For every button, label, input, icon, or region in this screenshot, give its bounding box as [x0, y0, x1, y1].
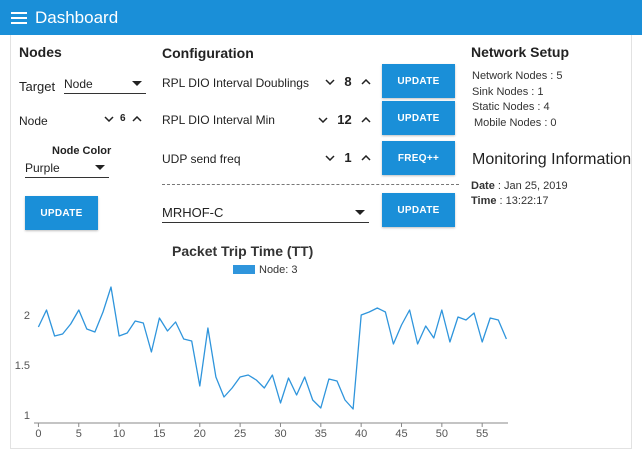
node-label: Node [19, 114, 48, 128]
monitoring-date: Date : Jan 25, 2019 [471, 180, 568, 192]
dio-doublings-value: 8 [344, 74, 352, 89]
chart-title: Packet Trip Time (TT) [172, 243, 314, 259]
chevron-up-icon[interactable] [359, 154, 373, 161]
udp-freq-value: 1 [344, 150, 352, 165]
chevron-down-icon[interactable] [102, 115, 116, 122]
app-title: Dashboard [35, 7, 119, 27]
chevron-up-icon[interactable] [359, 78, 373, 85]
chevron-up-icon[interactable] [359, 116, 373, 123]
objective-function-value: MRHOF-C [162, 204, 224, 220]
time-label: Time [471, 195, 497, 207]
target-label: Target [19, 79, 56, 94]
node-stepper-value: 6 [120, 113, 126, 124]
objective-function-update-button[interactable]: UPDATE [382, 193, 455, 227]
date-label: Date [471, 180, 495, 192]
node-color-value: Purple [25, 160, 60, 175]
date-value: : Jan 25, 2019 [494, 180, 568, 192]
caret-down-icon [132, 81, 142, 86]
sink-nodes-count: Sink Nodes : 1 [472, 86, 544, 98]
dio-min-stepper[interactable]: 12 [316, 112, 373, 127]
dio-min-update-button[interactable]: UPDATE [382, 101, 455, 135]
node-color-label: Node Color [52, 145, 112, 157]
node-color-select[interactable]: Purple [25, 158, 109, 178]
nodes-update-button[interactable]: UPDATE [25, 196, 98, 230]
nodes-title: Nodes [19, 44, 62, 60]
mobile-nodes-count: Mobile Nodes : 0 [474, 117, 557, 129]
time-value: : 13:22:17 [496, 195, 549, 207]
caret-down-icon [95, 165, 105, 170]
objective-function-select[interactable]: MRHOF-C [162, 202, 369, 223]
chevron-down-icon[interactable] [323, 154, 337, 161]
config-row-label: UDP send freq [162, 152, 241, 166]
caret-down-icon [355, 209, 365, 215]
chevron-up-icon[interactable] [130, 115, 144, 122]
menu-icon[interactable] [11, 11, 27, 24]
freq-increase-button[interactable]: FREQ++ [382, 141, 455, 175]
dio-doublings-stepper[interactable]: 8 [323, 74, 373, 89]
chevron-down-icon[interactable] [316, 116, 330, 123]
node-stepper[interactable]: 6 [102, 113, 144, 124]
monitoring-title: Monitoring Information [472, 151, 632, 168]
network-setup-title: Network Setup [471, 44, 570, 60]
udp-freq-stepper[interactable]: 1 [323, 150, 373, 165]
configuration-title: Configuration [162, 45, 254, 61]
chevron-down-icon[interactable] [323, 78, 337, 85]
config-row-label: RPL DIO Interval Min [162, 113, 275, 127]
target-select[interactable]: Node [64, 74, 146, 94]
network-nodes-count: Network Nodes : 5 [472, 70, 563, 82]
target-select-value: Node [64, 76, 93, 91]
config-row-label: RPL DIO Interval Doublings [162, 76, 309, 90]
static-nodes-count: Static Nodes : 4 [472, 101, 550, 113]
app-bar: Dashboard [0, 0, 642, 35]
dio-min-value: 12 [337, 112, 352, 127]
divider [162, 184, 459, 185]
monitoring-time: Time : 13:22:17 [471, 195, 548, 207]
dio-doublings-update-button[interactable]: UPDATE [382, 64, 455, 98]
